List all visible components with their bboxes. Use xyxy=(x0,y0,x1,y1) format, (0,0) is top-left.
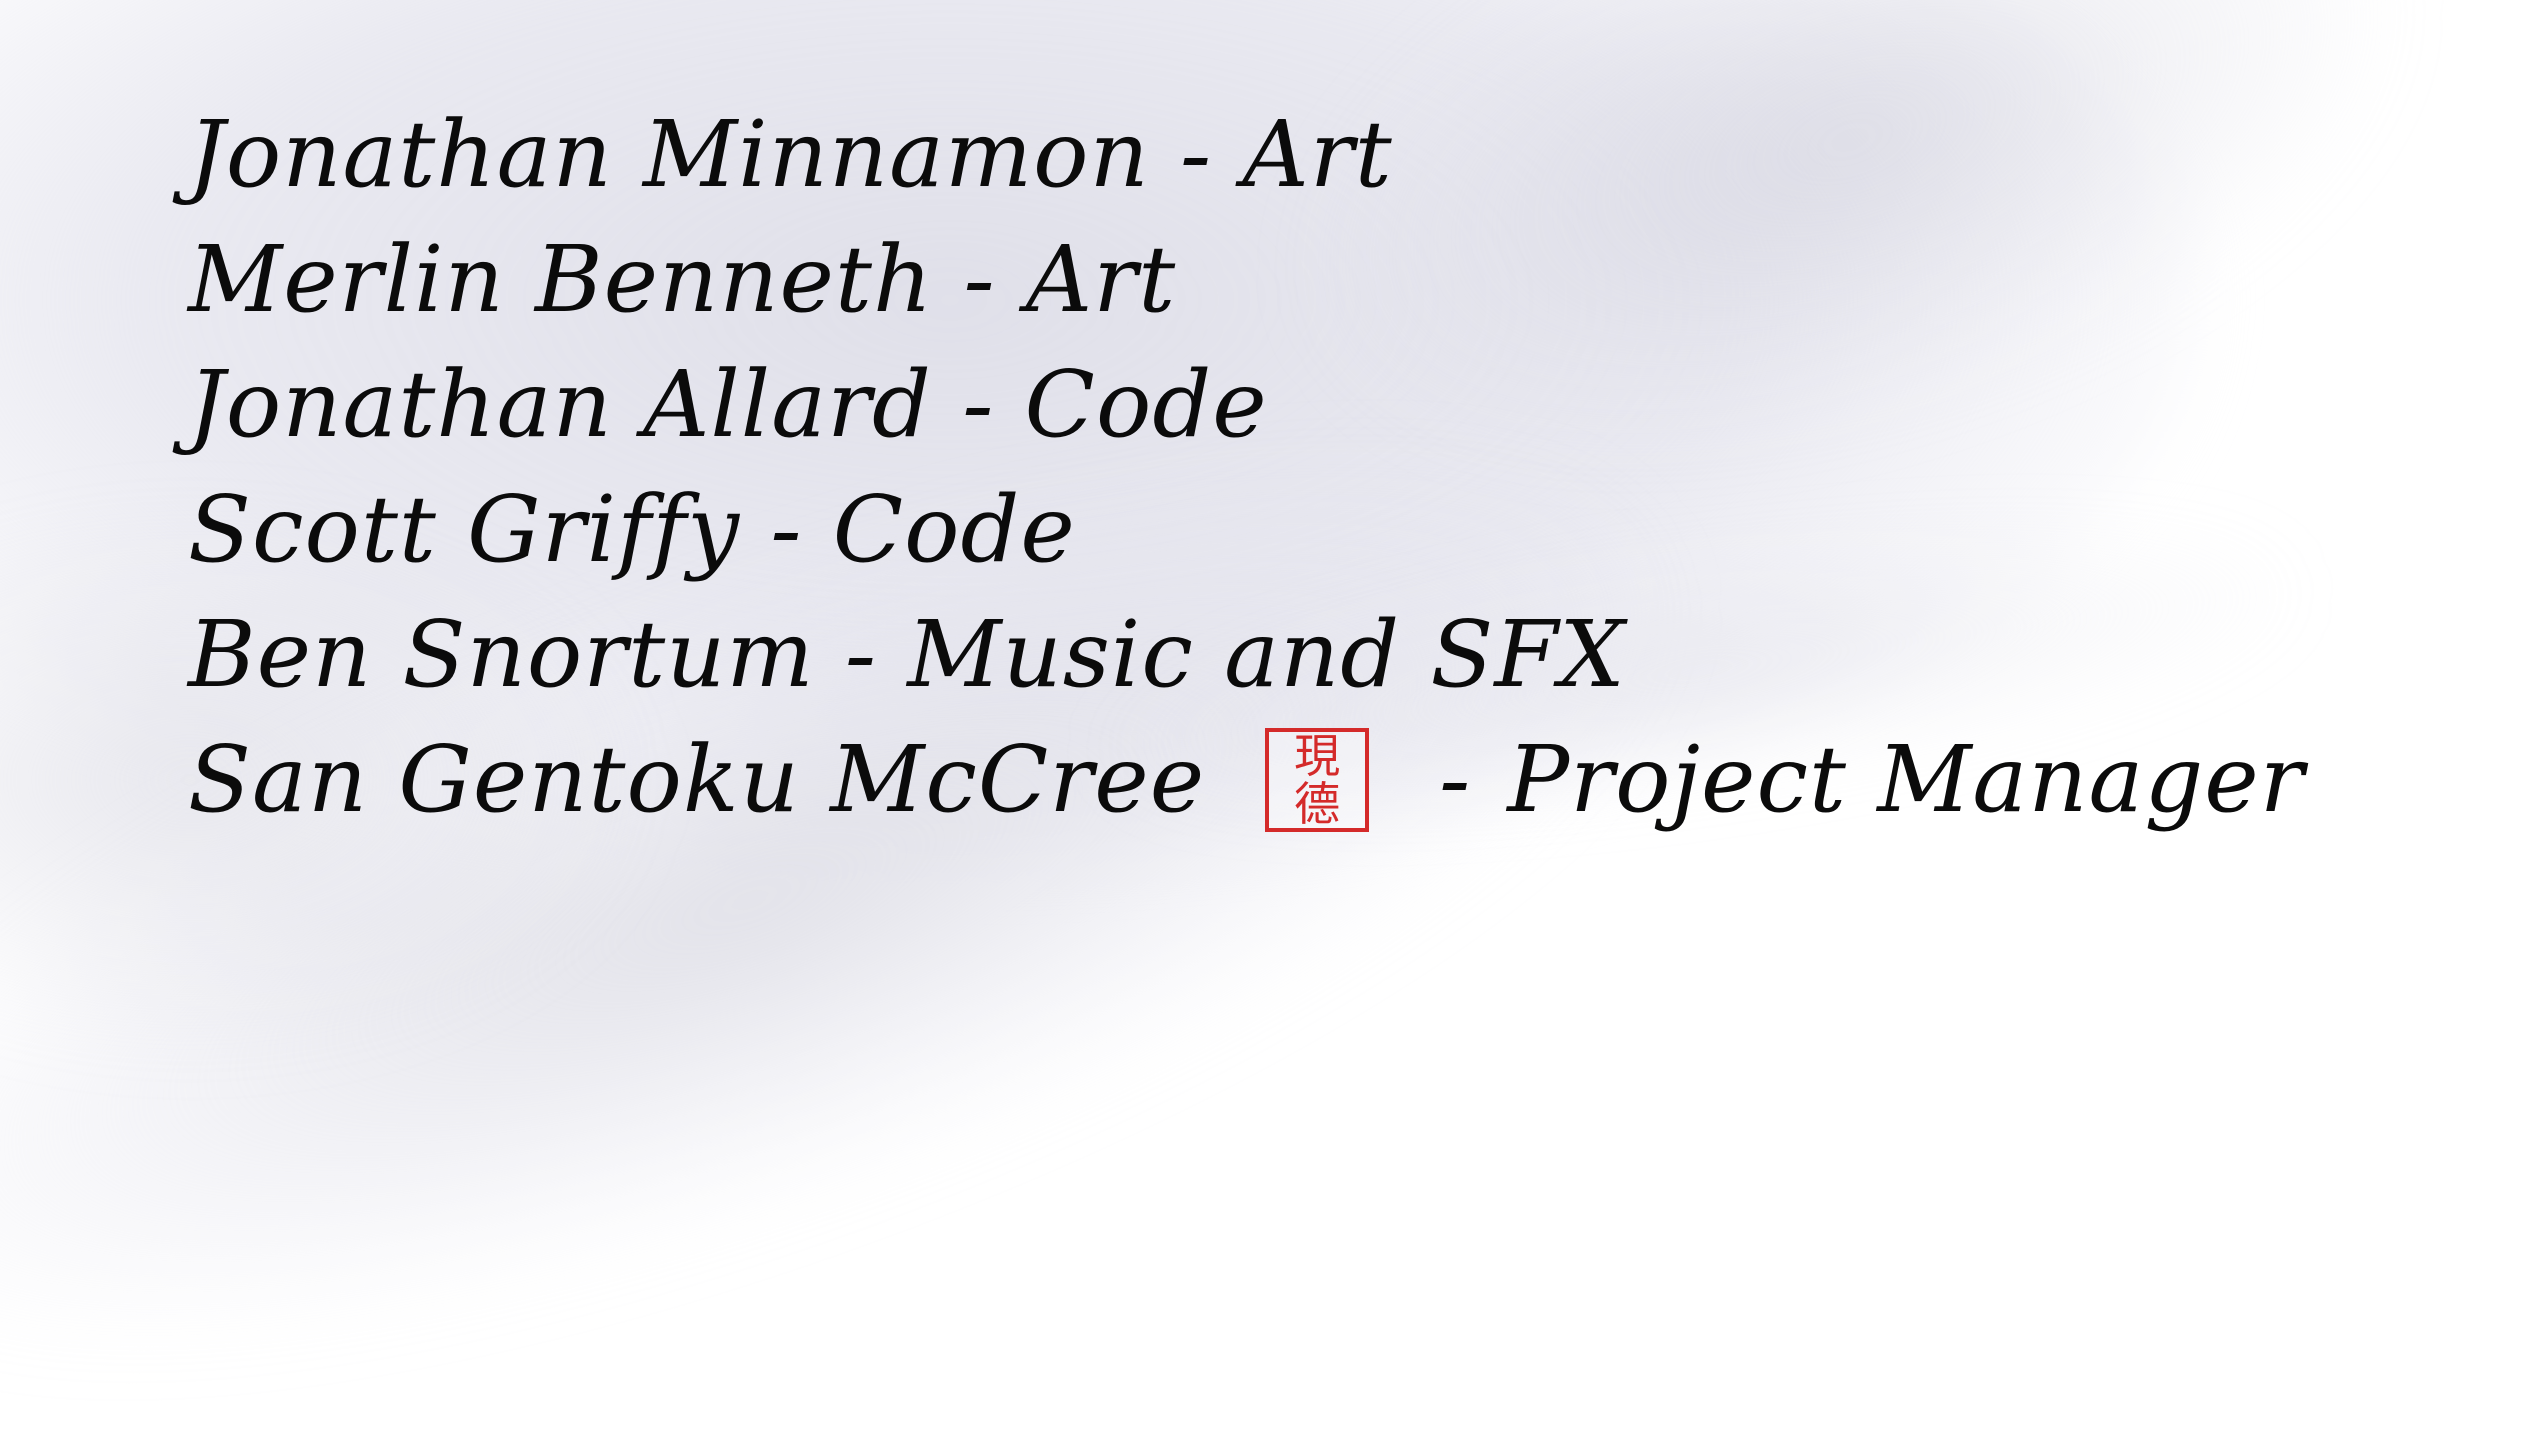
credit-line-san-gentoku-mccree: San Gentoku McCree 現 德 - Project Manager xyxy=(188,717,2305,842)
credit-name: Scott Griffy xyxy=(188,476,741,583)
credit-separator: - xyxy=(963,226,996,333)
credit-separator: - xyxy=(1439,726,1472,833)
credit-separator: - xyxy=(1180,101,1213,208)
credit-role: Art xyxy=(1242,101,1393,208)
hanko-seal-icon: 現 德 xyxy=(1265,727,1370,832)
credit-line-jonathan-minnamon: Jonathan Minnamon - Art xyxy=(188,92,2305,217)
credit-role: Code xyxy=(1024,351,1268,458)
credit-role: Music and SFX xyxy=(907,601,1626,708)
credit-line-ben-snortum: Ben Snortum - Music and SFX xyxy=(188,592,2305,717)
seal-glyph-bottom: 德 xyxy=(1294,776,1341,831)
credit-name: Ben Snortum xyxy=(188,601,815,708)
credits-list: Jonathan Minnamon - Art Merlin Benneth -… xyxy=(188,92,2305,842)
credit-name: Jonathan Allard xyxy=(188,351,932,458)
credit-name: Jonathan Minnamon xyxy=(188,101,1150,208)
credit-name: San Gentoku McCree xyxy=(188,726,1206,833)
credit-role: Code xyxy=(832,476,1076,583)
credit-line-jonathan-allard: Jonathan Allard - Code xyxy=(188,342,2305,467)
seal-glyph-top: 現 xyxy=(1294,728,1341,783)
credit-name: Merlin Benneth xyxy=(188,226,934,333)
credit-role: Art xyxy=(1025,226,1177,333)
credit-role: Project Manager xyxy=(1507,726,2305,833)
credit-separator: - xyxy=(962,351,995,458)
credits-canvas: Jonathan Minnamon - Art Merlin Benneth -… xyxy=(0,0,2542,1441)
credit-separator: - xyxy=(844,601,877,708)
credit-separator: - xyxy=(770,476,803,583)
credit-line-merlin-benneth: Merlin Benneth - Art xyxy=(188,217,2305,342)
credit-line-scott-griffy: Scott Griffy - Code xyxy=(188,467,2305,592)
